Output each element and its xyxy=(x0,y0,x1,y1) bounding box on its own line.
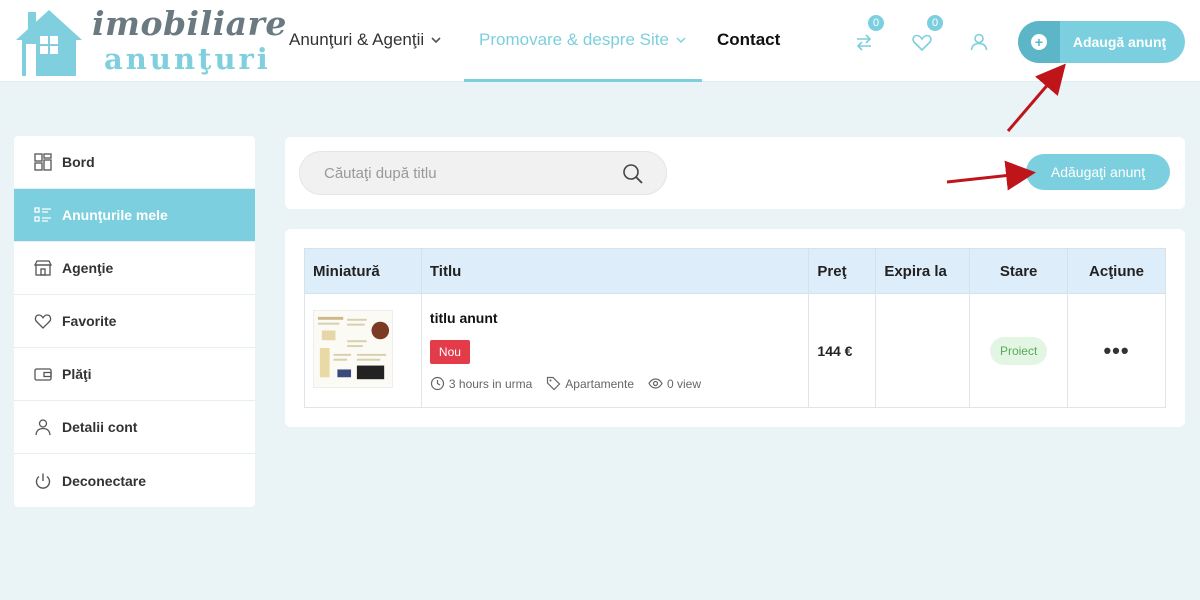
add-listing-button[interactable]: Adăugaţi anunţ xyxy=(1026,154,1170,190)
logo-text-line2: anunţuri xyxy=(104,42,271,76)
plus-icon-wrap: + xyxy=(1018,21,1060,63)
favorites-count-badge: 0 xyxy=(925,13,945,33)
column-header-stare: Stare xyxy=(969,248,1069,294)
sidebar-item-label: Bord xyxy=(62,154,95,170)
account-sidebar: Bord Anunţurile mele Agenţie Favorite Pl… xyxy=(14,136,255,507)
site-logo[interactable]: imobiliare anunţuri xyxy=(12,4,286,78)
sidebar-item-favorite[interactable]: Favorite xyxy=(14,295,255,348)
more-actions-button[interactable]: ••• xyxy=(1103,338,1129,363)
heart-icon[interactable] xyxy=(911,31,933,53)
meta-time: 3 hours in urma xyxy=(430,376,532,391)
nav-label: Contact xyxy=(717,30,781,49)
heart-icon xyxy=(34,314,52,329)
plus-icon: + xyxy=(1031,34,1047,50)
add-listing-header-button[interactable]: + Adaugă anunţ xyxy=(1018,21,1185,63)
table-header-row: Miniatură Titlu Preţ Expira la Stare Acţ… xyxy=(304,248,1166,294)
compare-icon[interactable] xyxy=(853,31,875,53)
store-icon xyxy=(34,260,52,276)
meta-views: 0 view xyxy=(648,376,701,391)
tag-icon xyxy=(547,376,561,391)
sidebar-item-label: Agenţie xyxy=(62,260,114,276)
logo-text-line1: imobiliare xyxy=(92,4,287,43)
user-icon xyxy=(35,419,51,436)
listings-table-card: Miniatură Titlu Preţ Expira la Stare Acţ… xyxy=(285,229,1185,427)
listing-thumbnail[interactable] xyxy=(313,310,393,388)
status-cell: Proiect xyxy=(969,293,1069,408)
user-icon[interactable] xyxy=(968,31,990,53)
sidebar-item-bord[interactable]: Bord xyxy=(14,136,255,189)
price-cell: 144 € xyxy=(808,293,877,408)
clock-icon xyxy=(430,376,445,391)
chevron-down-icon xyxy=(431,37,441,44)
meta-time-text: 3 hours in urma xyxy=(448,376,533,391)
column-header-pret: Preţ xyxy=(808,248,877,294)
sidebar-item-plati[interactable]: Plăţi xyxy=(14,348,255,401)
sidebar-item-deconectare[interactable]: Deconectare xyxy=(14,454,255,507)
nav-anunturi-agentii[interactable]: Anunţuri & Agenţii xyxy=(289,30,442,50)
wallet-icon xyxy=(34,368,52,381)
sidebar-item-anunturile-mele[interactable]: Anunţurile mele xyxy=(14,189,255,242)
add-listing-label: Adaugă anunţ xyxy=(1072,34,1167,50)
list-icon xyxy=(34,207,51,222)
search-card: Adăugaţi anunţ xyxy=(285,137,1185,209)
site-header: imobiliare anunţuri Anunţuri & Agenţii P… xyxy=(0,0,1200,82)
sidebar-item-label: Detalii cont xyxy=(62,419,138,435)
expires-cell xyxy=(875,293,971,408)
sidebar-item-label: Deconectare xyxy=(62,472,147,489)
nav-contact[interactable]: Contact xyxy=(717,30,780,50)
eye-icon xyxy=(648,378,663,389)
action-cell: ••• xyxy=(1067,293,1166,408)
column-header-titlu: Titlu xyxy=(420,248,810,294)
sidebar-item-label: Favorite xyxy=(62,313,117,329)
power-icon xyxy=(35,473,51,489)
dashboard-icon xyxy=(34,153,52,171)
search-box xyxy=(299,151,667,195)
search-input[interactable] xyxy=(324,164,604,182)
column-header-actiune: Acţiune xyxy=(1067,248,1166,294)
meta-category-text: Apartamente xyxy=(565,376,634,391)
active-nav-underline xyxy=(464,79,702,82)
meta-views-text: 0 view xyxy=(667,376,702,391)
title-cell: titlu anunt Nou 3 hours in urma Apartame… xyxy=(420,293,810,408)
thumbnail-cell xyxy=(304,293,422,408)
meta-category: Apartamente xyxy=(546,376,634,391)
listings-table: Miniatură Titlu Preţ Expira la Stare Acţ… xyxy=(304,248,1166,408)
listing-meta: 3 hours in urma Apartamente 0 view xyxy=(430,376,809,391)
search-icon[interactable] xyxy=(622,163,644,185)
nav-label: Promovare & despre Site xyxy=(479,30,669,49)
table-row: titlu anunt Nou 3 hours in urma Apartame… xyxy=(304,293,1166,408)
sidebar-item-label: Anunţurile mele xyxy=(62,207,168,223)
sidebar-item-agentie[interactable]: Agenţie xyxy=(14,242,255,295)
column-header-miniatura: Miniatură xyxy=(304,248,422,294)
compare-count-badge: 0 xyxy=(866,13,886,33)
nav-promovare[interactable]: Promovare & despre Site xyxy=(479,30,687,50)
status-badge: Proiect xyxy=(989,336,1048,365)
nav-label: Anunţuri & Agenţii xyxy=(289,30,425,49)
new-badge: Nou xyxy=(429,340,470,364)
listing-price: 144 € xyxy=(817,342,853,359)
sidebar-item-label: Plăţi xyxy=(62,366,92,382)
sidebar-item-detalii-cont[interactable]: Detalii cont xyxy=(14,401,255,454)
house-logo-icon xyxy=(16,10,82,76)
chevron-down-icon xyxy=(676,37,686,43)
column-header-expira: Expira la xyxy=(875,248,971,294)
listing-title[interactable]: titlu anunt xyxy=(430,310,809,326)
